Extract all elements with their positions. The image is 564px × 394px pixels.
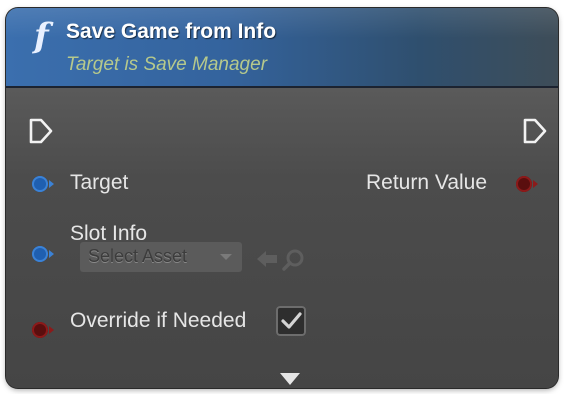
checkmark-icon [281, 312, 302, 329]
select-asset-value: Select Asset [88, 246, 188, 266]
target-pin[interactable] [32, 176, 48, 192]
return-value-pin-arrow-icon [533, 180, 538, 188]
override-if-needed-checkbox[interactable] [276, 306, 306, 336]
override-if-needed-pin-label: Override if Needed [70, 309, 247, 332]
override-if-needed-pin[interactable] [32, 322, 48, 338]
select-asset-dropdown[interactable]: Select Asset [80, 242, 242, 272]
function-icon: f [34, 16, 49, 56]
slot-info-pin-arrow-icon [49, 250, 54, 258]
slot-info-pin[interactable] [32, 246, 48, 262]
return-value-pin-label: Return Value [366, 171, 488, 194]
node-header[interactable]: f Save Game from Info Target is Save Man… [6, 8, 558, 88]
override-if-needed-pin-arrow-icon [49, 326, 54, 334]
node-title: Save Game from Info [66, 20, 277, 43]
node-subtitle: Target is Save Manager [66, 54, 268, 75]
target-pin-label: Target [70, 171, 129, 194]
target-pin-arrow-icon [49, 180, 54, 188]
expand-advanced-arrow-icon[interactable] [278, 371, 302, 387]
use-selected-arrow-icon[interactable] [256, 250, 278, 268]
return-value-pin[interactable] [516, 176, 532, 192]
node-body: Target Return Value Slot Info Select Ass… [6, 88, 558, 388]
blueprint-function-node[interactable]: f Save Game from Info Target is Save Man… [6, 8, 558, 388]
exec-output-pin-icon[interactable] [522, 117, 548, 145]
chevron-down-icon [220, 254, 232, 260]
browse-search-icon[interactable] [282, 248, 306, 272]
exec-input-pin-icon[interactable] [28, 117, 54, 145]
